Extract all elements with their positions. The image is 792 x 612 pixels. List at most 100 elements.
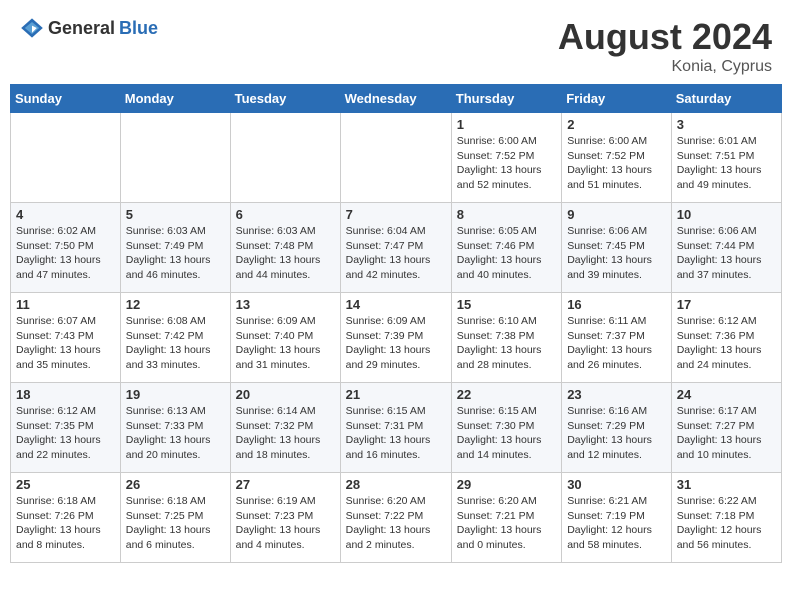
day-number: 23 xyxy=(567,387,666,402)
logo-icon xyxy=(20,16,44,40)
day-number: 17 xyxy=(677,297,776,312)
day-info: Sunrise: 6:22 AMSunset: 7:18 PMDaylight:… xyxy=(677,494,776,553)
day-info: Sunrise: 6:06 AMSunset: 7:44 PMDaylight:… xyxy=(677,224,776,283)
calendar-cell xyxy=(340,113,451,203)
day-info: Sunrise: 6:00 AMSunset: 7:52 PMDaylight:… xyxy=(457,134,556,193)
calendar-cell: 10Sunrise: 6:06 AMSunset: 7:44 PMDayligh… xyxy=(671,203,781,293)
calendar-week-1: 1 Sunrise: 6:00 AMSunset: 7:52 PMDaylight… xyxy=(11,113,782,203)
day-info: Sunrise: 6:10 AMSunset: 7:38 PMDaylight:… xyxy=(457,314,556,373)
day-info: Sunrise: 6:01 AMSunset: 7:51 PMDaylight:… xyxy=(677,134,776,193)
calendar-cell: 23Sunrise: 6:16 AMSunset: 7:29 PMDayligh… xyxy=(562,383,672,473)
calendar-table: Sunday Monday Tuesday Wednesday Thursday… xyxy=(10,84,782,563)
day-number: 11 xyxy=(16,297,115,312)
calendar-cell: 17 Sunrise: 6:12 AMSunset: 7:36 PMDayligh… xyxy=(671,293,781,383)
day-info: Sunrise: 6:18 AMSunset: 7:26 PMDaylight:… xyxy=(16,494,115,553)
calendar-cell: 4 Sunrise: 6:02 AMSunset: 7:50 PMDaylight… xyxy=(11,203,121,293)
day-number: 22 xyxy=(457,387,556,402)
day-number: 4 xyxy=(16,207,115,222)
day-info: Sunrise: 6:09 AMSunset: 7:40 PMDaylight:… xyxy=(236,314,335,373)
calendar-cell: 5 Sunrise: 6:03 AMSunset: 7:49 PMDaylight… xyxy=(120,203,230,293)
day-info: Sunrise: 6:15 AMSunset: 7:30 PMDaylight:… xyxy=(457,404,556,463)
col-tuesday: Tuesday xyxy=(230,85,340,113)
calendar-cell: 20 Sunrise: 6:14 AMSunset: 7:32 PMDayligh… xyxy=(230,383,340,473)
calendar-cell: 28Sunrise: 6:20 AMSunset: 7:22 PMDayligh… xyxy=(340,473,451,563)
calendar-cell: 1 Sunrise: 6:00 AMSunset: 7:52 PMDaylight… xyxy=(451,113,561,203)
calendar-cell: 9 Sunrise: 6:06 AMSunset: 7:45 PMDaylight… xyxy=(562,203,672,293)
day-number: 9 xyxy=(567,207,666,222)
calendar-week-5: 25Sunrise: 6:18 AMSunset: 7:26 PMDayligh… xyxy=(11,473,782,563)
day-info: Sunrise: 6:05 AMSunset: 7:46 PMDaylight:… xyxy=(457,224,556,283)
col-saturday: Saturday xyxy=(671,85,781,113)
day-info: Sunrise: 6:11 AMSunset: 7:37 PMDaylight:… xyxy=(567,314,666,373)
day-info: Sunrise: 6:20 AMSunset: 7:22 PMDaylight:… xyxy=(346,494,446,553)
day-info: Sunrise: 6:14 AMSunset: 7:32 PMDaylight:… xyxy=(236,404,335,463)
calendar-week-2: 4 Sunrise: 6:02 AMSunset: 7:50 PMDaylight… xyxy=(11,203,782,293)
day-info: Sunrise: 6:03 AMSunset: 7:48 PMDaylight:… xyxy=(236,224,335,283)
calendar-cell xyxy=(230,113,340,203)
calendar-cell xyxy=(11,113,121,203)
calendar-cell xyxy=(120,113,230,203)
day-number: 2 xyxy=(567,117,666,132)
calendar-cell: 3Sunrise: 6:01 AMSunset: 7:51 PMDaylight… xyxy=(671,113,781,203)
logo: GeneralBlue xyxy=(20,16,158,40)
day-info: Sunrise: 6:02 AMSunset: 7:50 PMDaylight:… xyxy=(16,224,115,283)
day-number: 30 xyxy=(567,477,666,492)
day-info: Sunrise: 6:03 AMSunset: 7:49 PMDaylight:… xyxy=(126,224,225,283)
location-subtitle: Konia, Cyprus xyxy=(558,58,772,76)
logo-general-text: General xyxy=(48,18,115,39)
day-number: 20 xyxy=(236,387,335,402)
calendar-week-3: 11 Sunrise: 6:07 AMSunset: 7:43 PMDayligh… xyxy=(11,293,782,383)
calendar-wrapper: Sunday Monday Tuesday Wednesday Thursday… xyxy=(0,84,792,573)
day-number: 16 xyxy=(567,297,666,312)
calendar-cell: 14Sunrise: 6:09 AMSunset: 7:39 PMDayligh… xyxy=(340,293,451,383)
day-info: Sunrise: 6:08 AMSunset: 7:42 PMDaylight:… xyxy=(126,314,225,373)
calendar-cell: 11 Sunrise: 6:07 AMSunset: 7:43 PMDayligh… xyxy=(11,293,121,383)
day-number: 24 xyxy=(677,387,776,402)
day-info: Sunrise: 6:12 AMSunset: 7:35 PMDaylight:… xyxy=(16,404,115,463)
page-header: GeneralBlue August 2024 Konia, Cyprus xyxy=(0,0,792,84)
calendar-cell: 25Sunrise: 6:18 AMSunset: 7:26 PMDayligh… xyxy=(11,473,121,563)
calendar-cell: 2 Sunrise: 6:00 AMSunset: 7:52 PMDaylight… xyxy=(562,113,672,203)
calendar-cell: 27Sunrise: 6:19 AMSunset: 7:23 PMDayligh… xyxy=(230,473,340,563)
calendar-cell: 29 Sunrise: 6:20 AMSunset: 7:21 PMDayligh… xyxy=(451,473,561,563)
calendar-cell: 8Sunrise: 6:05 AMSunset: 7:46 PMDaylight… xyxy=(451,203,561,293)
day-info: Sunrise: 6:19 AMSunset: 7:23 PMDaylight:… xyxy=(236,494,335,553)
day-info: Sunrise: 6:06 AMSunset: 7:45 PMDaylight:… xyxy=(567,224,666,283)
calendar-cell: 18 Sunrise: 6:12 AMSunset: 7:35 PMDayligh… xyxy=(11,383,121,473)
title-area: August 2024 Konia, Cyprus xyxy=(558,16,772,76)
day-number: 5 xyxy=(126,207,225,222)
calendar-cell: 24 Sunrise: 6:17 AMSunset: 7:27 PMDayligh… xyxy=(671,383,781,473)
calendar-body: 1 Sunrise: 6:00 AMSunset: 7:52 PMDaylight… xyxy=(11,113,782,563)
month-year-title: August 2024 xyxy=(558,16,772,58)
calendar-cell: 7Sunrise: 6:04 AMSunset: 7:47 PMDaylight… xyxy=(340,203,451,293)
day-number: 26 xyxy=(126,477,225,492)
day-number: 29 xyxy=(457,477,556,492)
calendar-cell: 13 Sunrise: 6:09 AMSunset: 7:40 PMDayligh… xyxy=(230,293,340,383)
col-wednesday: Wednesday xyxy=(340,85,451,113)
day-number: 18 xyxy=(16,387,115,402)
day-info: Sunrise: 6:07 AMSunset: 7:43 PMDaylight:… xyxy=(16,314,115,373)
header-row: Sunday Monday Tuesday Wednesday Thursday… xyxy=(11,85,782,113)
col-thursday: Thursday xyxy=(451,85,561,113)
col-friday: Friday xyxy=(562,85,672,113)
day-info: Sunrise: 6:17 AMSunset: 7:27 PMDaylight:… xyxy=(677,404,776,463)
day-number: 13 xyxy=(236,297,335,312)
calendar-week-4: 18 Sunrise: 6:12 AMSunset: 7:35 PMDayligh… xyxy=(11,383,782,473)
day-number: 14 xyxy=(346,297,446,312)
day-number: 15 xyxy=(457,297,556,312)
day-info: Sunrise: 6:20 AMSunset: 7:21 PMDaylight:… xyxy=(457,494,556,553)
day-info: Sunrise: 6:21 AMSunset: 7:19 PMDaylight:… xyxy=(567,494,666,553)
day-number: 6 xyxy=(236,207,335,222)
day-info: Sunrise: 6:18 AMSunset: 7:25 PMDaylight:… xyxy=(126,494,225,553)
day-number: 19 xyxy=(126,387,225,402)
day-number: 1 xyxy=(457,117,556,132)
calendar-cell: 21Sunrise: 6:15 AMSunset: 7:31 PMDayligh… xyxy=(340,383,451,473)
calendar-cell: 19Sunrise: 6:13 AMSunset: 7:33 PMDayligh… xyxy=(120,383,230,473)
day-info: Sunrise: 6:12 AMSunset: 7:36 PMDaylight:… xyxy=(677,314,776,373)
col-monday: Monday xyxy=(120,85,230,113)
day-info: Sunrise: 6:04 AMSunset: 7:47 PMDaylight:… xyxy=(346,224,446,283)
calendar-cell: 12Sunrise: 6:08 AMSunset: 7:42 PMDayligh… xyxy=(120,293,230,383)
calendar-header: Sunday Monday Tuesday Wednesday Thursday… xyxy=(11,85,782,113)
day-info: Sunrise: 6:00 AMSunset: 7:52 PMDaylight:… xyxy=(567,134,666,193)
day-number: 31 xyxy=(677,477,776,492)
